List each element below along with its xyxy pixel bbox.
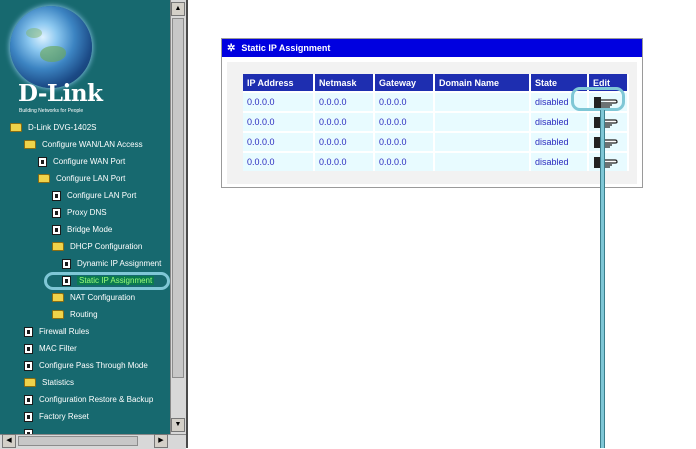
nav-horizontal-scroll-thumb[interactable]: [18, 436, 138, 446]
domain-name-cell: [434, 131, 531, 152]
nav-item-firewall-rules[interactable]: Firewall Rules: [24, 324, 89, 340]
nav-item-proxy-dns[interactable]: Proxy DNS: [52, 205, 107, 221]
table-row: 0.0.0.0 0.0.0.0 0.0.0.0 disabled: [243, 131, 629, 152]
netmask-cell: 0.0.0.0: [314, 111, 375, 132]
page-icon: [24, 394, 33, 405]
edit-cell: [588, 151, 629, 171]
column-header: Gateway: [374, 74, 435, 92]
table-row: 0.0.0.0 0.0.0.0 0.0.0.0 disabled: [243, 151, 629, 171]
netmask-cell: 0.0.0.0: [314, 91, 375, 112]
gateway-cell: 0.0.0.0: [374, 91, 435, 112]
domain-name-cell: [434, 151, 531, 171]
globe-logo-icon: [10, 6, 92, 88]
frame-divider: [186, 0, 188, 448]
callout-highlight-edit: [571, 87, 625, 111]
nav-item-dynamic-ip[interactable]: Dynamic IP Assignment: [62, 256, 161, 272]
netmask-cell: 0.0.0.0: [314, 151, 375, 171]
page-icon: [24, 326, 33, 337]
nav-item-factory-reset[interactable]: Factory Reset: [24, 409, 89, 425]
state-cell: disabled: [530, 131, 589, 152]
nav-item-pass-through[interactable]: Configure Pass Through Mode: [24, 358, 148, 374]
gateway-cell: 0.0.0.0: [374, 151, 435, 171]
nav-item-nat-configuration[interactable]: NAT Configuration: [52, 290, 135, 306]
ip-address-cell: 0.0.0.0: [243, 151, 315, 171]
page-icon: [52, 207, 61, 218]
table-header-row: IP Address Netmask Gateway Domain Name S…: [243, 74, 629, 92]
column-header: Domain Name: [434, 74, 531, 92]
page-icon: [24, 360, 33, 371]
nav-item-configure-lan-port-folder[interactable]: Configure LAN Port: [38, 171, 125, 187]
page-icon: [24, 411, 33, 422]
folder-icon: [38, 174, 50, 184]
edit-cell: [588, 131, 629, 152]
nav-item-bridge-mode[interactable]: Bridge Mode: [52, 222, 112, 238]
scroll-left-arrow-icon[interactable]: ◀: [2, 434, 16, 448]
state-cell: disabled: [530, 111, 589, 132]
scroll-up-arrow-icon[interactable]: ▲: [171, 2, 185, 16]
domain-name-cell: [434, 111, 531, 132]
nav-item-mac-filter[interactable]: MAC Filter: [24, 341, 77, 357]
folder-icon: [52, 242, 64, 252]
edit-hand-icon[interactable]: [593, 156, 619, 169]
table-row: 0.0.0.0 0.0.0.0 0.0.0.0 disabled: [243, 111, 629, 132]
panel-header: ✲ Static IP Assignment: [222, 39, 642, 57]
scroll-down-arrow-icon[interactable]: ▼: [171, 418, 185, 432]
edit-hand-icon[interactable]: [593, 136, 619, 149]
state-cell: disabled: [530, 151, 589, 171]
column-header: Netmask: [314, 74, 375, 92]
callout-pointer-line: [600, 110, 605, 448]
nav-item-routing[interactable]: Routing: [52, 307, 98, 323]
gateway-cell: 0.0.0.0: [374, 111, 435, 132]
nav-item-partial[interactable]: [24, 426, 39, 434]
page-icon: [24, 343, 33, 354]
nav-vertical-scroll-thumb[interactable]: [172, 18, 184, 378]
page-icon: [52, 224, 61, 235]
folder-icon: [24, 378, 36, 388]
edit-hand-icon[interactable]: [593, 116, 619, 129]
nav-item-configure-wan-port[interactable]: Configure WAN Port: [38, 154, 125, 170]
folder-icon: [10, 123, 22, 133]
ip-address-cell: 0.0.0.0: [243, 131, 315, 152]
gateway-cell: 0.0.0.0: [374, 131, 435, 152]
folder-icon: [52, 293, 64, 303]
nav-item-statistics[interactable]: Statistics: [24, 375, 74, 391]
callout-highlight-nav: [44, 272, 170, 290]
column-header: IP Address: [243, 74, 315, 92]
nav-item-wan-lan-access[interactable]: Configure WAN/LAN Access: [24, 137, 143, 153]
static-ip-table: IP Address Netmask Gateway Domain Name S…: [243, 74, 629, 171]
page-icon: [38, 156, 47, 167]
scroll-right-arrow-icon[interactable]: ▶: [154, 434, 168, 448]
panel-title: Static IP Assignment: [241, 43, 331, 53]
nav-item-dhcp-configuration[interactable]: DHCP Configuration: [52, 239, 142, 255]
page-icon: [62, 258, 71, 269]
folder-icon: [24, 140, 36, 150]
netmask-cell: 0.0.0.0: [314, 131, 375, 152]
nav-item-restore-backup[interactable]: Configuration Restore & Backup: [24, 392, 153, 408]
gear-icon: ✲: [227, 43, 236, 54]
brand-logo: D-Link: [18, 80, 103, 107]
folder-icon: [52, 310, 64, 320]
page-icon: [52, 190, 61, 201]
edit-cell: [588, 111, 629, 132]
ip-address-cell: 0.0.0.0: [243, 111, 315, 132]
nav-item-device[interactable]: D-Link DVG-1402S: [10, 120, 96, 136]
ip-address-cell: 0.0.0.0: [243, 91, 315, 112]
nav-item-configure-lan-port[interactable]: Configure LAN Port: [52, 188, 136, 204]
domain-name-cell: [434, 91, 531, 112]
brand-tagline: Building Networks for People: [19, 108, 84, 114]
navigation-frame: D-Link Building Networks for People D-Li…: [0, 0, 170, 434]
